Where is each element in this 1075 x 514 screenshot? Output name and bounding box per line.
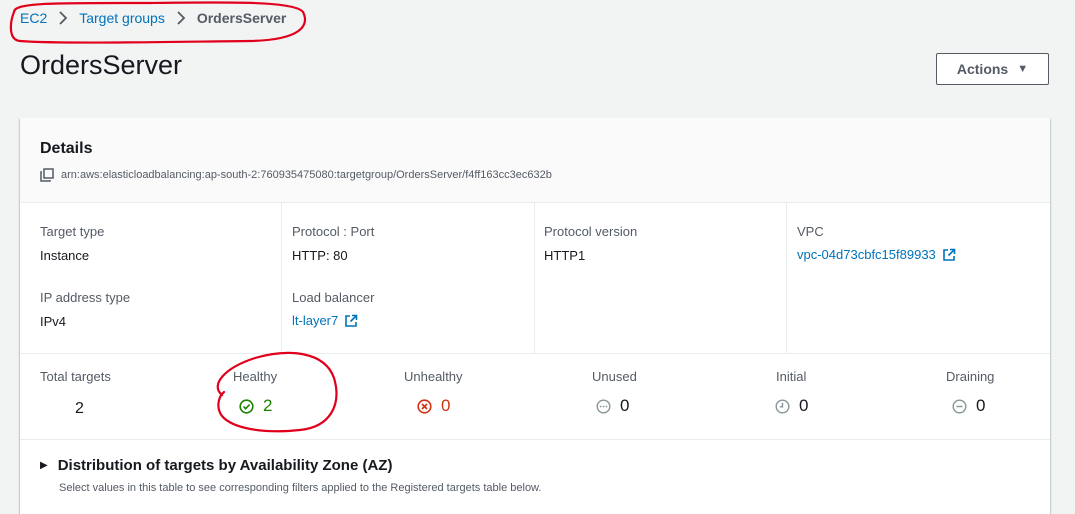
column-divider [534,203,535,353]
protocol-port-value: HTTP: 80 [292,248,348,263]
initial-value[interactable]: 0 [775,396,808,416]
external-link-icon [344,314,358,328]
protocol-version-label: Protocol version [544,224,638,239]
section-divider [20,353,1050,354]
load-balancer-link-text: lt-layer7 [292,313,339,328]
chevron-right-icon [176,11,186,25]
details-title: Details [40,140,93,157]
actions-button[interactable]: Actions ▼ [936,53,1049,85]
actions-button-label: Actions [956,61,1009,77]
unused-value[interactable]: 0 [596,396,629,416]
status-ellipsis-icon [596,398,611,414]
breadcrumb-ec2-link[interactable]: EC2 [20,10,47,26]
draining-count: 0 [976,396,986,415]
details-panel: Details arn:aws:elasticloadbalancing:ap-… [20,118,1050,514]
caret-right-icon: ▶ [40,460,48,471]
load-balancer-link[interactable]: lt-layer7 [292,313,358,328]
unused-label: Unused [592,369,637,384]
draining-label: Draining [946,369,995,384]
page-title: OrdersServer [20,50,183,80]
initial-count: 0 [799,396,809,415]
distribution-title: Distribution of targets by Availability … [57,457,393,474]
breadcrumb-current: OrdersServer [196,10,287,26]
arn-text: arn:aws:elasticloadbalancing:ap-south-2:… [61,169,552,181]
copy-icon[interactable] [40,168,54,182]
protocol-version-value: HTTP1 [544,248,586,263]
status-check-icon [239,398,254,414]
total-targets-label: Total targets [40,369,111,384]
protocol-port-label: Protocol : Port [292,224,375,239]
vpc-link-text: vpc-04d73cbfc15f89933 [797,247,936,262]
vpc-label: VPC [797,224,824,239]
load-balancer-label: Load balancer [292,290,375,305]
distribution-expand-toggle[interactable]: ▶ Distribution of targets by Availabilit… [40,457,392,474]
unused-count: 0 [620,396,630,415]
unhealthy-label: Unhealthy [404,369,463,384]
initial-label: Initial [776,369,807,384]
target-type-label: Target type [40,224,105,239]
distribution-description: Select values in this table to see corre… [59,482,542,494]
healthy-count: 2 [263,396,273,415]
ip-address-type-label: IP address type [40,290,131,305]
draining-value[interactable]: 0 [952,396,985,416]
total-targets-value: 2 [75,400,84,417]
status-clock-icon [775,398,790,414]
details-header: Details arn:aws:elasticloadbalancing:ap-… [20,118,1050,203]
section-divider [20,439,1050,440]
caret-down-icon: ▼ [1017,63,1029,75]
unhealthy-value[interactable]: 0 [417,396,450,416]
column-divider [786,203,787,353]
unhealthy-count: 0 [441,396,451,415]
column-divider [281,203,282,353]
healthy-value[interactable]: 2 [239,396,272,416]
external-link-icon [942,248,956,262]
arn-row: arn:aws:elasticloadbalancing:ap-south-2:… [40,168,552,182]
target-type-value: Instance [40,248,90,263]
ip-address-type-value: IPv4 [40,314,67,329]
vpc-link[interactable]: vpc-04d73cbfc15f89933 [797,247,956,262]
status-minus-icon [952,398,967,414]
chevron-right-icon [58,11,68,25]
status-error-icon [417,398,432,414]
breadcrumb-target-groups-link[interactable]: Target groups [79,10,165,26]
breadcrumb: EC2 Target groups OrdersServer [20,10,286,26]
healthy-label: Healthy [233,369,278,384]
